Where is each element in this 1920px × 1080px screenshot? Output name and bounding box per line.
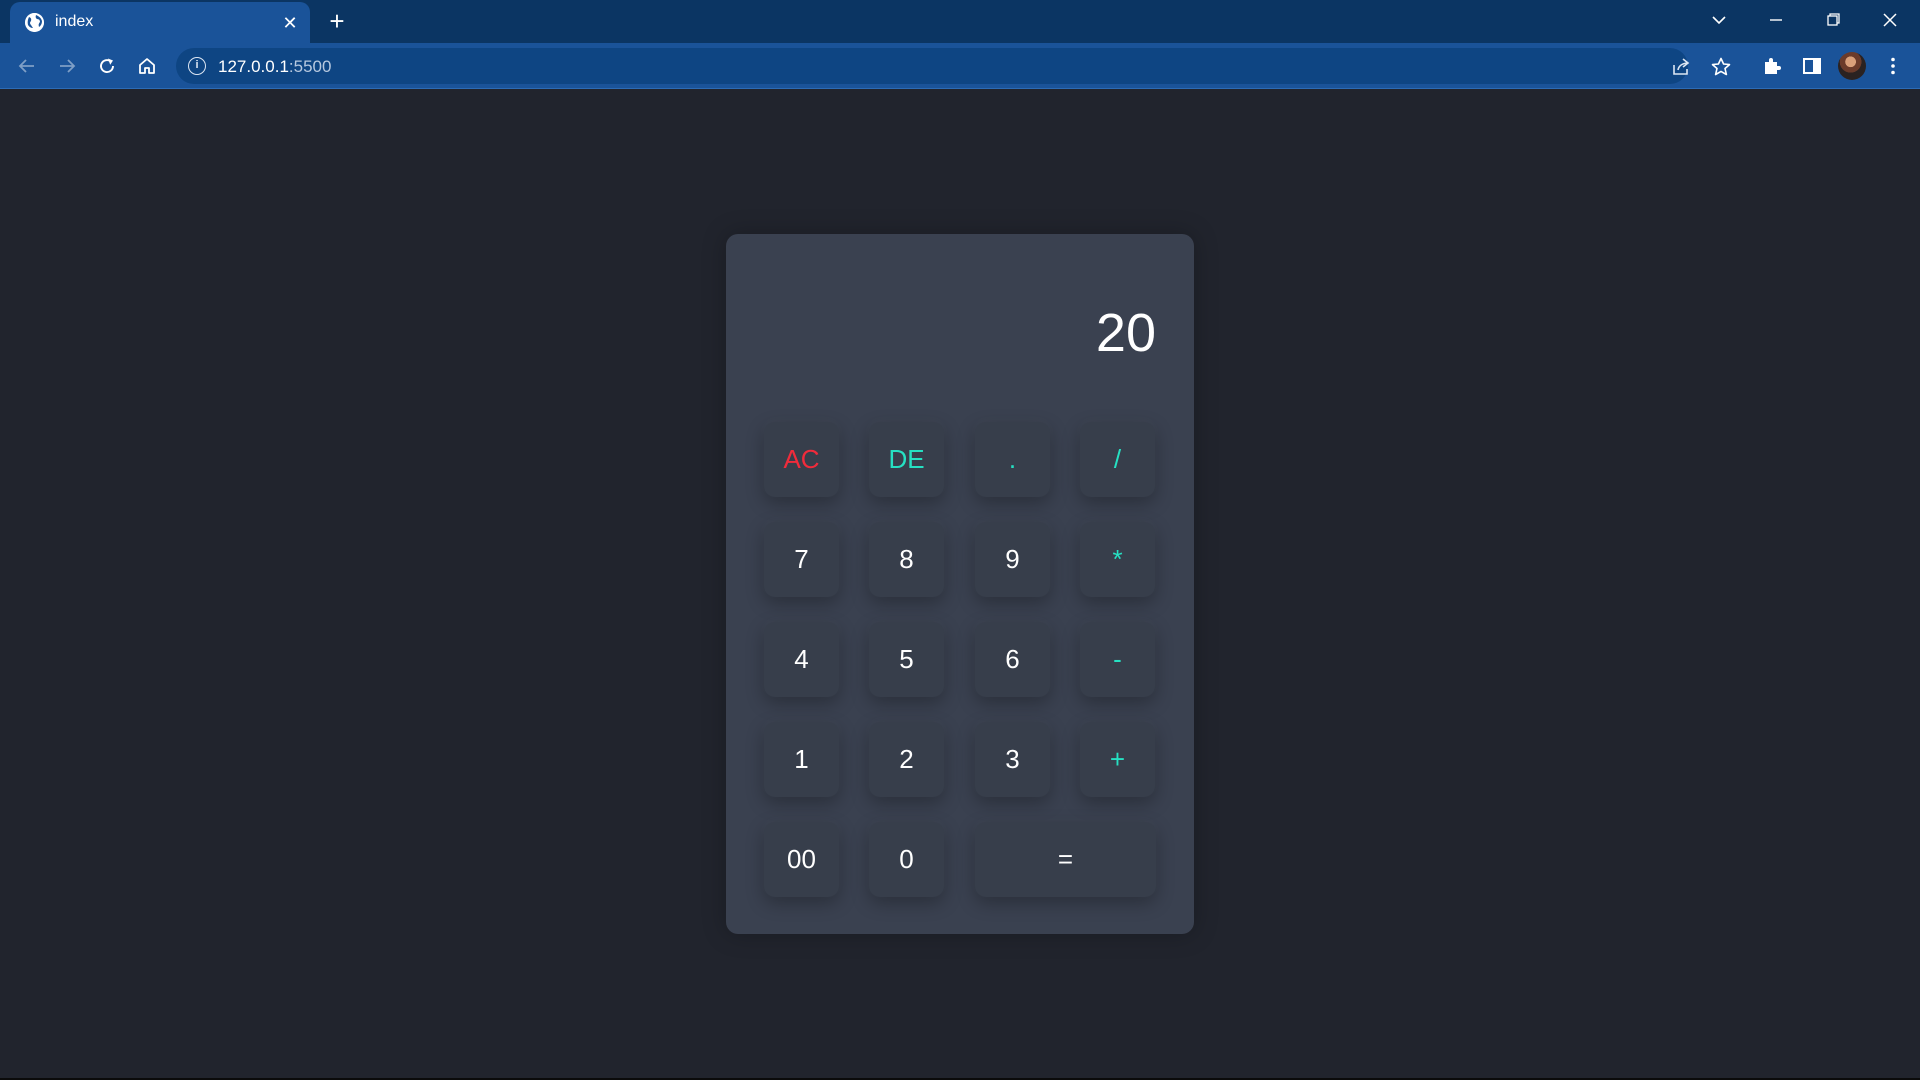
url-text: 127.0.0.1:5500 — [218, 57, 332, 76]
kebab-menu-icon[interactable] — [1878, 51, 1908, 81]
minimize-icon[interactable] — [1756, 4, 1796, 36]
key-3[interactable]: 3 — [975, 722, 1050, 797]
globe-icon — [25, 13, 44, 32]
site-info-icon[interactable]: i — [188, 57, 206, 75]
bookmark-star-icon[interactable] — [1708, 54, 1734, 80]
key-4[interactable]: 4 — [764, 622, 839, 697]
tab-strip: index ✕ + — [0, 0, 1920, 43]
key-5[interactable]: 5 — [869, 622, 944, 697]
key-9[interactable]: 9 — [975, 522, 1050, 597]
address-bar[interactable]: i 127.0.0.1:5500 — [176, 48, 1731, 84]
key-decimal[interactable]: . — [975, 422, 1050, 497]
key-double-zero[interactable]: 00 — [764, 822, 839, 897]
key-divide[interactable]: / — [1080, 422, 1155, 497]
key-1[interactable]: 1 — [764, 722, 839, 797]
key-subtract[interactable]: - — [1080, 622, 1155, 697]
key-equals[interactable]: = — [975, 822, 1156, 897]
key-all-clear[interactable]: AC — [764, 422, 839, 497]
key-delete[interactable]: DE — [869, 422, 944, 497]
reload-icon[interactable] — [92, 51, 122, 81]
key-2[interactable]: 2 — [869, 722, 944, 797]
key-8[interactable]: 8 — [869, 522, 944, 597]
browser-window: index ✕ + i 127.0.0.1:5500 20 AC DE . / … — [0, 0, 1920, 1080]
window-close-icon[interactable] — [1870, 4, 1910, 36]
extensions-puzzle-icon[interactable] — [1757, 51, 1787, 81]
key-7[interactable]: 7 — [764, 522, 839, 597]
side-panel-icon[interactable] — [1797, 51, 1827, 81]
share-icon[interactable] — [1668, 54, 1694, 80]
calculator-panel: 20 AC DE . / 7 8 9 * 4 5 6 - 1 2 3 + 00 … — [726, 234, 1194, 934]
calculator-display: 20 — [1095, 303, 1156, 363]
browser-toolbar: i 127.0.0.1:5500 — [0, 43, 1920, 89]
new-tab-button[interactable]: + — [323, 7, 351, 35]
profile-avatar[interactable] — [1838, 52, 1866, 80]
home-icon[interactable] — [132, 51, 162, 81]
back-arrow-icon[interactable] — [12, 51, 42, 81]
tab-close-icon[interactable]: ✕ — [278, 11, 302, 35]
page-viewport: 20 AC DE . / 7 8 9 * 4 5 6 - 1 2 3 + 00 … — [0, 90, 1920, 1080]
restore-icon[interactable] — [1813, 4, 1853, 36]
tab-title: index — [55, 13, 94, 30]
tab-search-chevron-icon[interactable] — [1699, 4, 1739, 36]
key-6[interactable]: 6 — [975, 622, 1050, 697]
key-add[interactable]: + — [1080, 722, 1155, 797]
key-multiply[interactable]: * — [1080, 522, 1155, 597]
tab-index[interactable]: index ✕ — [10, 2, 310, 43]
key-0[interactable]: 0 — [869, 822, 944, 897]
forward-arrow-icon[interactable] — [52, 51, 82, 81]
